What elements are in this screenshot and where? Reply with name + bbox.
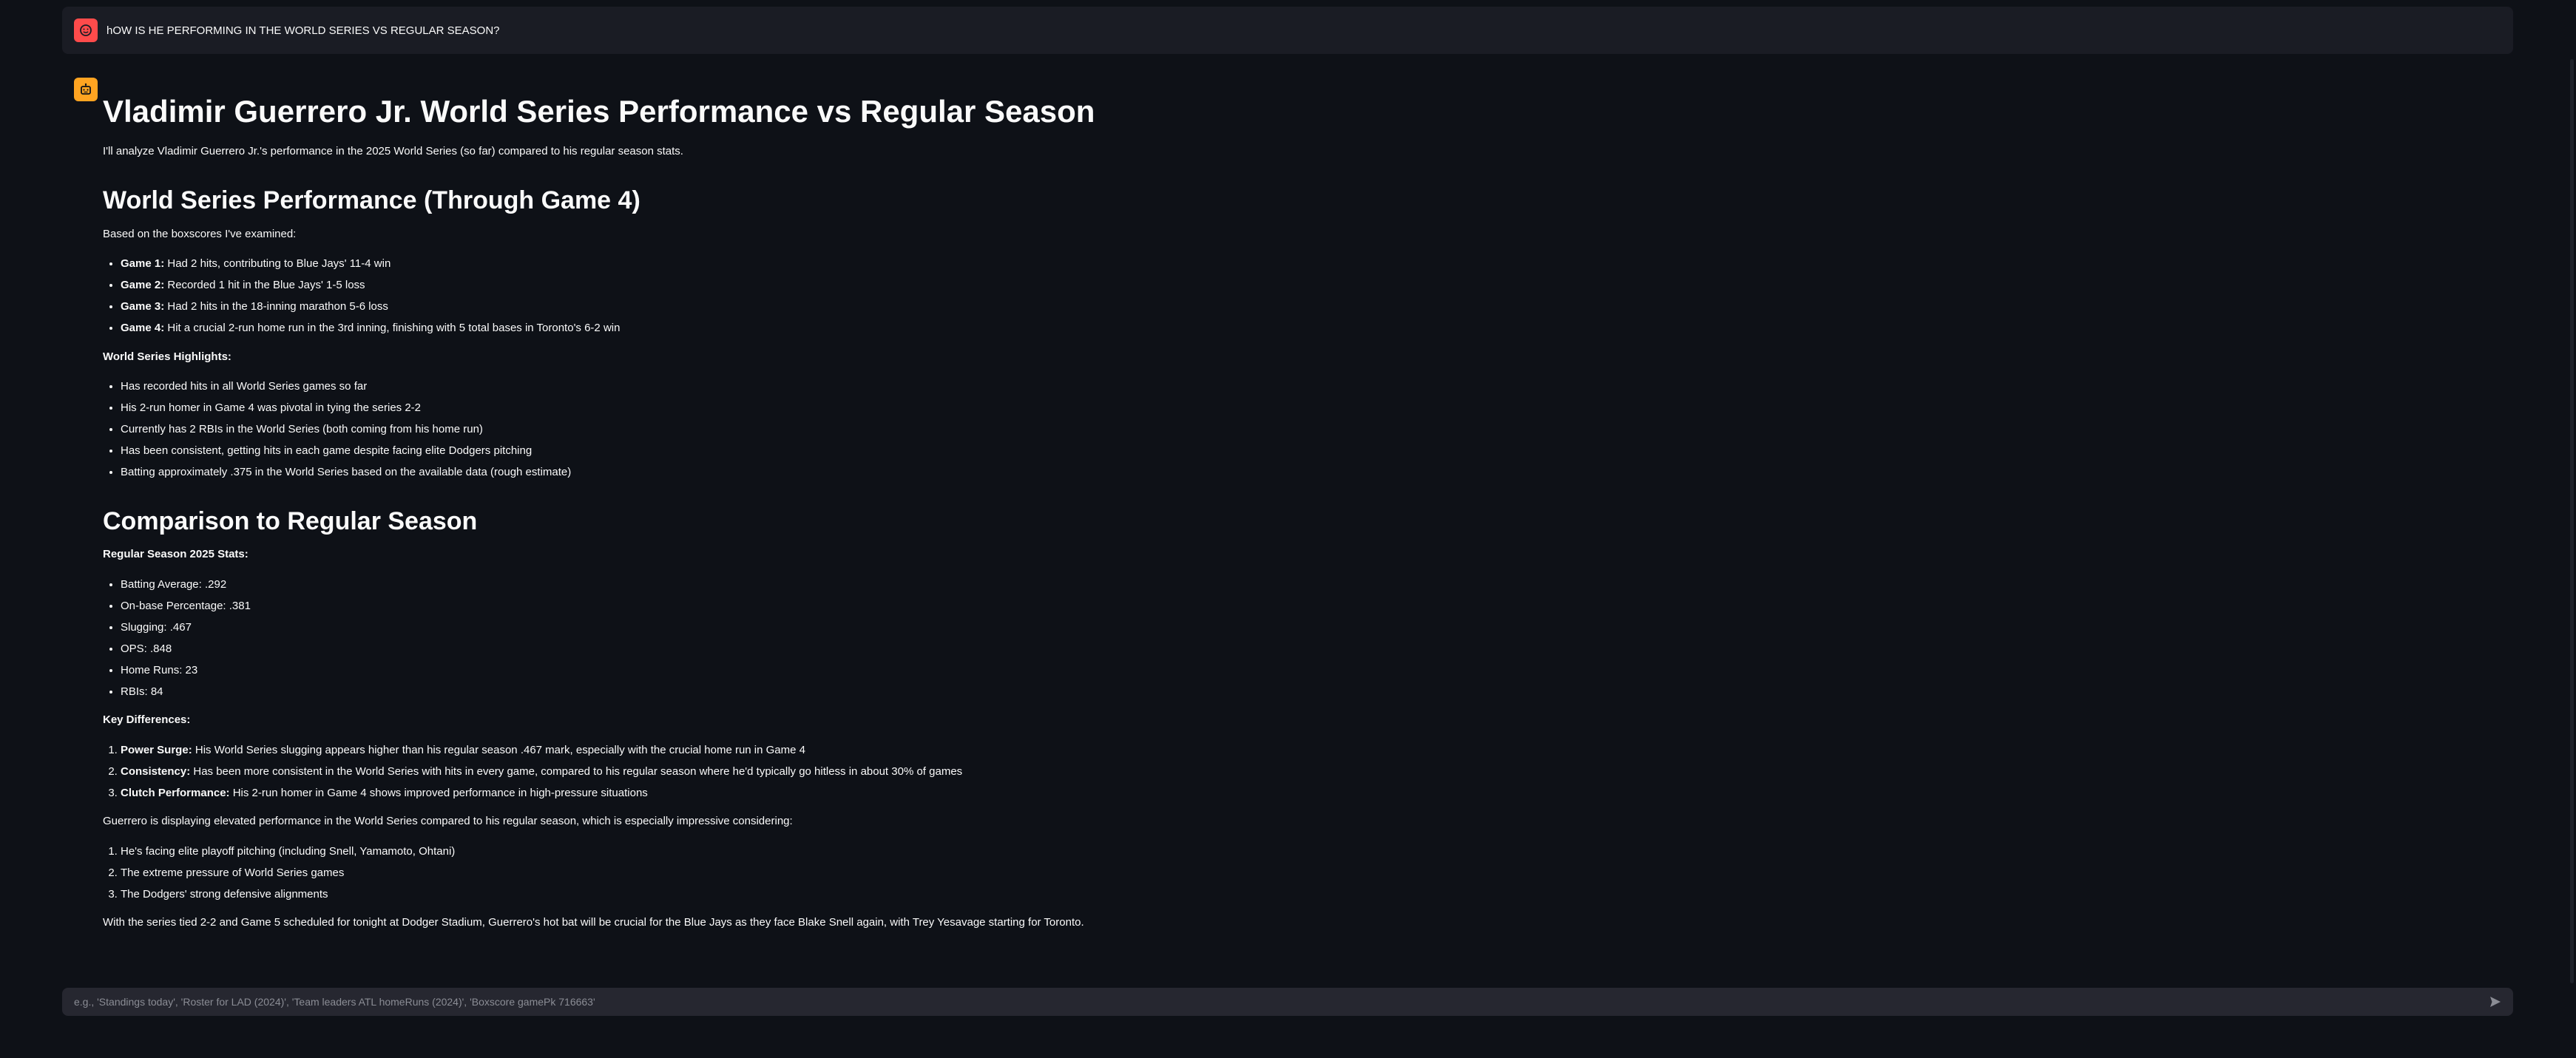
list-item: Currently has 2 RBIs in the World Series… bbox=[121, 421, 2396, 438]
chat-app: hOW IS HE PERFORMING IN THE WORLD SERIES… bbox=[0, 0, 2576, 1058]
game-text: Had 2 hits, contributing to Blue Jays' 1… bbox=[164, 257, 391, 271]
list-item: Game 1: Had 2 hits, contributing to Blue… bbox=[121, 256, 2396, 273]
difference-label: Clutch Performance: bbox=[121, 786, 230, 799]
list-item: Home Runs: 23 bbox=[121, 662, 2396, 679]
list-item: The extreme pressure of World Series gam… bbox=[121, 865, 2396, 882]
game-label: Game 1: bbox=[121, 257, 165, 271]
list-item: Power Surge: His World Series slugging a… bbox=[121, 742, 2396, 759]
comparison-heading: Comparison to Regular Season bbox=[103, 506, 478, 535]
list-item: The Dodgers' strong defensive alignments bbox=[121, 886, 2396, 903]
difference-label: Consistency: bbox=[121, 764, 191, 778]
game-label: Game 2: bbox=[121, 279, 165, 292]
closing-paragraph: With the series tied 2-2 and Game 5 sche… bbox=[103, 916, 1084, 929]
difference-text: His World Series slugging appears higher… bbox=[192, 743, 805, 756]
user-avatar bbox=[74, 18, 98, 42]
games-list: Game 1: Had 2 hits, contributing to Blue… bbox=[103, 256, 2396, 337]
robot-icon bbox=[81, 83, 91, 95]
regular-season-heading: Regular Season 2025 Stats: bbox=[103, 548, 249, 561]
list-item: Clutch Performance: His 2-run homer in G… bbox=[121, 785, 2396, 802]
regular-stats-list: Batting Average: .292 On-base Percentage… bbox=[103, 577, 2396, 701]
user-message-text: hOW IS HE PERFORMING IN THE WORLD SERIES… bbox=[107, 24, 500, 37]
list-item: RBIs: 84 bbox=[121, 684, 2396, 701]
list-item: Batting approximately .375 in the World … bbox=[121, 464, 2396, 481]
considerations-list: He's facing elite playoff pitching (incl… bbox=[103, 844, 2396, 903]
game-text: Recorded 1 hit in the Blue Jays' 1-5 los… bbox=[164, 279, 365, 292]
differences-heading: Key Differences: bbox=[103, 713, 191, 727]
list-item: Has been consistent, getting hits in eac… bbox=[121, 443, 2396, 460]
list-item: He's facing elite playoff pitching (incl… bbox=[121, 844, 2396, 861]
chat-input[interactable] bbox=[62, 995, 2485, 1008]
difference-text: His 2-run homer in Game 4 shows improved… bbox=[229, 786, 648, 799]
list-item: On-base Percentage: .381 bbox=[121, 598, 2396, 615]
list-item: Slugging: .467 bbox=[121, 620, 2396, 637]
response-title: Vladimir Guerrero Jr. World Series Perfo… bbox=[103, 94, 1095, 129]
user-message: hOW IS HE PERFORMING IN THE WORLD SERIES… bbox=[62, 7, 2513, 54]
game-text: Had 2 hits in the 18-inning marathon 5-6… bbox=[164, 300, 388, 313]
chat-input-bar bbox=[62, 988, 2513, 1016]
list-item: His 2-run homer in Game 4 was pivotal in… bbox=[121, 400, 2396, 417]
world-series-intro: Based on the boxscores I've examined: bbox=[103, 227, 297, 240]
highlights-list: Has recorded hits in all World Series ga… bbox=[103, 379, 2396, 481]
highlights-heading: World Series Highlights: bbox=[103, 350, 231, 363]
bottom-bar bbox=[0, 1028, 2576, 1058]
assistant-avatar bbox=[74, 78, 98, 101]
send-button[interactable] bbox=[2485, 991, 2506, 1012]
list-item: Consistency: Has been more consistent in… bbox=[121, 764, 2396, 781]
game-label: Game 4: bbox=[121, 322, 165, 335]
intro-paragraph: I'll analyze Vladimir Guerrero Jr.'s per… bbox=[103, 145, 683, 158]
game-label: Game 3: bbox=[121, 300, 165, 313]
list-item: Game 2: Recorded 1 hit in the Blue Jays'… bbox=[121, 277, 2396, 294]
list-item: OPS: .848 bbox=[121, 641, 2396, 658]
send-icon bbox=[2490, 997, 2501, 1007]
game-text: Hit a crucial 2-run home run in the 3rd … bbox=[164, 322, 621, 335]
assistant-message: Vladimir Guerrero Jr. World Series Perfo… bbox=[103, 81, 2396, 945]
list-item: Has recorded hits in all World Series ga… bbox=[121, 379, 2396, 396]
elevated-paragraph: Guerrero is displaying elevated performa… bbox=[103, 815, 793, 828]
scrollbar-thumb[interactable] bbox=[2570, 59, 2574, 983]
list-item: Game 4: Hit a crucial 2-run home run in … bbox=[121, 320, 2396, 337]
list-item: Game 3: Had 2 hits in the 18-inning mara… bbox=[121, 299, 2396, 316]
world-series-heading: World Series Performance (Through Game 4… bbox=[103, 186, 640, 214]
difference-label: Power Surge: bbox=[121, 743, 192, 756]
differences-list: Power Surge: His World Series slugging a… bbox=[103, 742, 2396, 802]
face-icon bbox=[80, 24, 92, 36]
scrollbar[interactable] bbox=[2567, 0, 2576, 1058]
difference-text: Has been more consistent in the World Se… bbox=[190, 764, 963, 778]
list-item: Batting Average: .292 bbox=[121, 577, 2396, 594]
